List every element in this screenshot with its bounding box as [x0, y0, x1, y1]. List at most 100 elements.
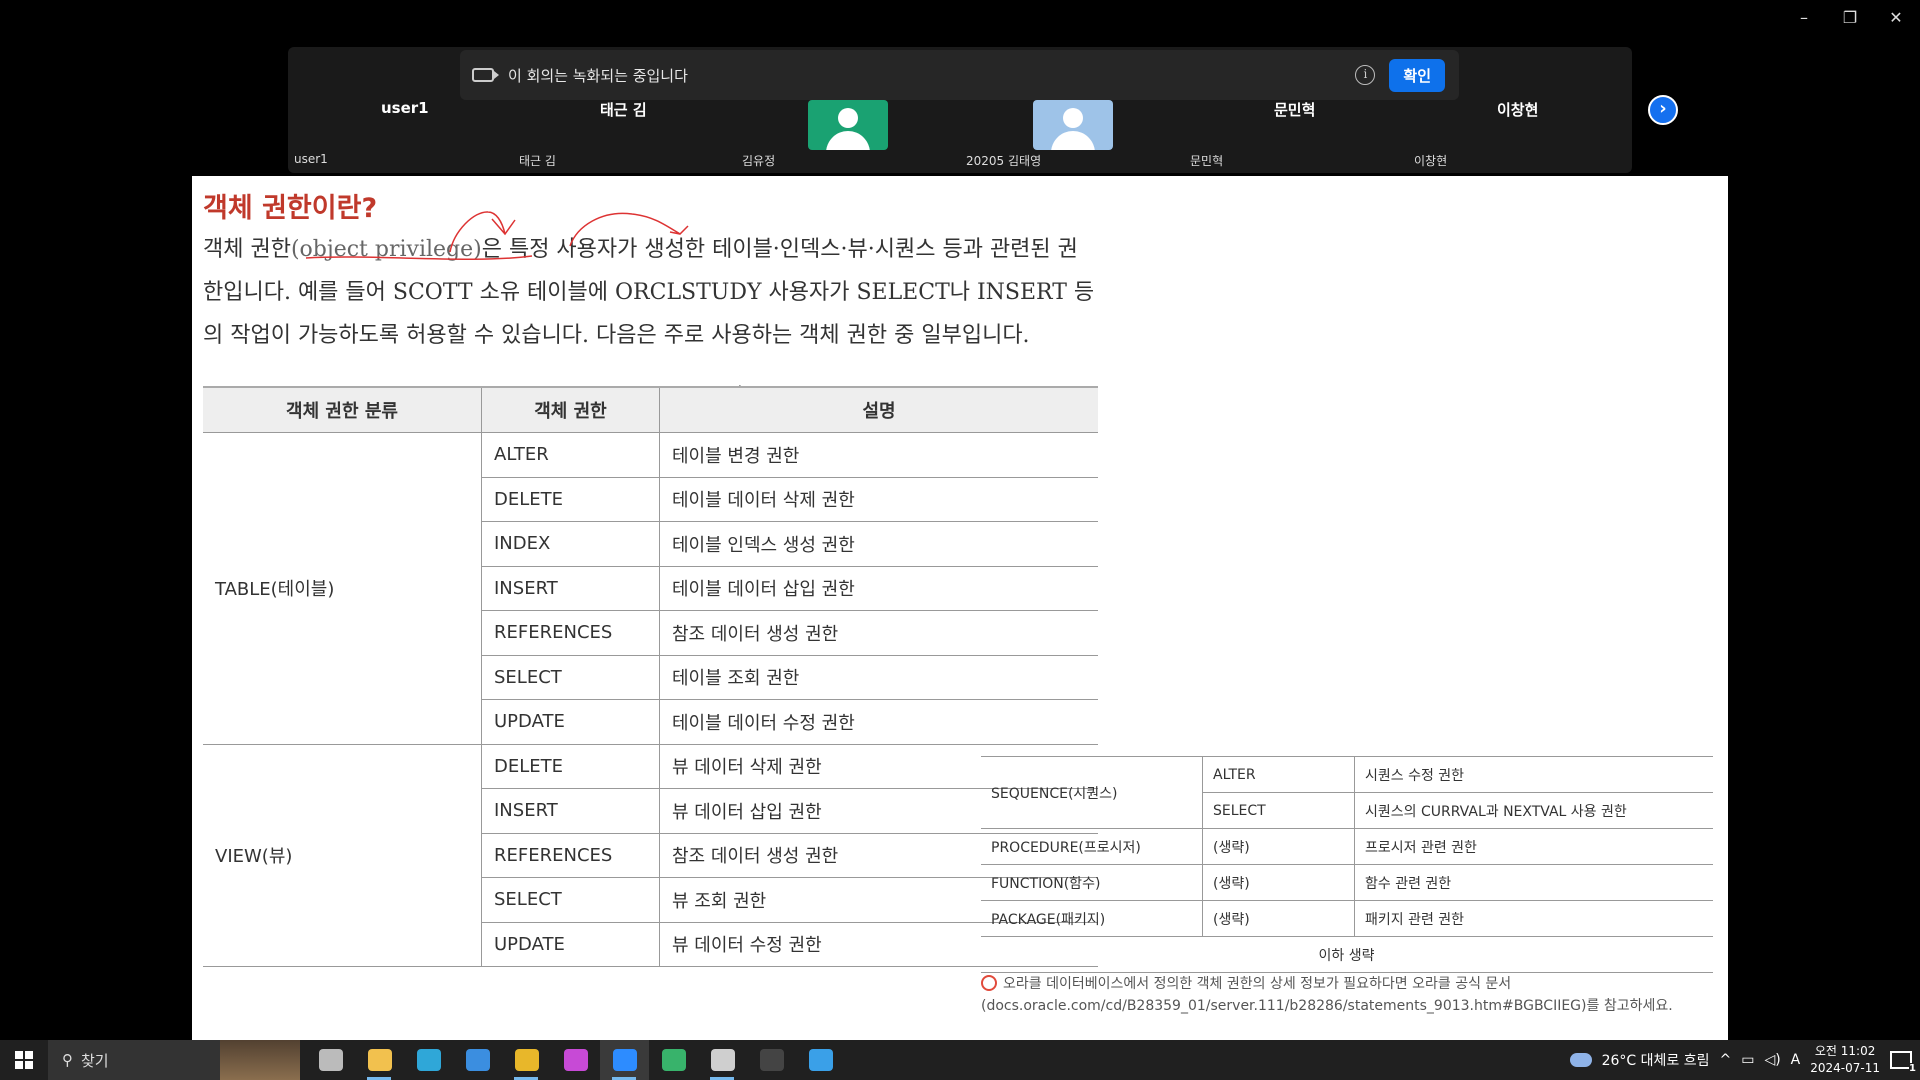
chrome-taskbar-button[interactable]: [502, 1040, 551, 1080]
table-row: VIEW(뷰) DELETE 뷰 데이터 삭제 권한: [203, 744, 1098, 967]
object-privilege-table: 객체 권한 분류 객체 권한 설명 TABLE(테이블) ALTER 테이블 변경 …: [203, 386, 1098, 967]
column-header: 객체 권한: [481, 386, 660, 433]
participant-name: 이창현: [1497, 101, 1539, 119]
avatar: [1033, 100, 1113, 150]
zoom-taskbar-button[interactable]: [600, 1040, 649, 1080]
edge-taskbar-button[interactable]: [404, 1040, 453, 1080]
restore-button[interactable]: ❐: [1840, 8, 1860, 27]
description-cell: 참조 데이터 생성 권한: [659, 610, 1098, 656]
privilege-cell: DELETE: [481, 744, 660, 789]
category-cell: FUNCTION(함수): [981, 864, 1203, 901]
privilege-cell: INSERT: [481, 566, 660, 611]
system-tray: 26°C 대체로 흐림 ^ ▭ ◁) A 오전 11:02 2024-07-11…: [1569, 1043, 1920, 1077]
privilege-cell: INDEX: [481, 521, 660, 567]
weather-text[interactable]: 26°C 대체로 흐림: [1602, 1050, 1710, 1070]
task-view-icon: [318, 1049, 343, 1071]
privilege-cell: UPDATE: [481, 699, 660, 745]
avatar: [808, 100, 888, 150]
search-highlight-image: [220, 1040, 300, 1080]
column-header: 객체 권한 분류: [203, 386, 482, 433]
clock-time: 오전 11:02: [1814, 1044, 1876, 1058]
network-icon[interactable]: ▭: [1741, 1052, 1754, 1068]
weather-icon: [1569, 1053, 1592, 1067]
clock-date: 2024-07-11: [1810, 1061, 1880, 1075]
category-cell: PROCEDURE(프로시저): [981, 828, 1203, 865]
participant-label: 이창현: [1414, 154, 1448, 168]
ime-indicator[interactable]: A: [1791, 1052, 1801, 1068]
privilege-cell: ALTER: [1202, 756, 1355, 793]
description-cell: 시퀀스의 CURRVAL과 NEXTVAL 사용 권한: [1354, 792, 1713, 829]
para-text: 은 특정 사용자가 생성한 테이블·인덱스·뷰·시퀀스 등과 관련된 권: [481, 237, 1078, 262]
category-cell: PACKAGE(패키지): [981, 900, 1203, 937]
privilege-cell: REFERENCES: [481, 610, 660, 656]
terminal-taskbar-button[interactable]: [747, 1040, 796, 1080]
table-footer-row: 이하 생략: [981, 936, 1713, 973]
intro-paragraph: 객체 권한(object privilege)은 특정 사용자가 생성한 테이블…: [203, 228, 1103, 357]
media-icon: [661, 1049, 686, 1071]
clock[interactable]: 오전 11:02 2024-07-11: [1810, 1043, 1880, 1077]
discord-icon: [563, 1049, 588, 1071]
window-controls: – ❐ ✕: [1794, 8, 1906, 27]
privilege-cell: INSERT: [481, 788, 660, 834]
category-cell: VIEW(뷰): [203, 744, 482, 967]
discord-taskbar-button[interactable]: [551, 1040, 600, 1080]
windows-icon: [15, 1051, 33, 1069]
zoom-icon: [612, 1049, 637, 1071]
privilege-cell: DELETE: [481, 477, 660, 522]
notification-count: 1: [1909, 1063, 1916, 1074]
table-row: PACKAGE(패키지) (생략) 패키지 관련 권한: [981, 900, 1713, 937]
chevron-up-icon[interactable]: ^: [1719, 1052, 1731, 1068]
notepad-icon: [710, 1049, 735, 1071]
object-privilege-table-extra: SEQUENCE(시퀀스) ALTER 시퀀스 수정 권한 SELECT 시퀀스의 CU…: [981, 756, 1713, 973]
info-icon[interactable]: i: [1355, 65, 1376, 85]
volume-icon[interactable]: ◁): [1764, 1052, 1780, 1068]
notepad-taskbar-button[interactable]: [698, 1040, 747, 1080]
edge-icon: [416, 1049, 441, 1071]
task-view-taskbar-button[interactable]: [306, 1040, 355, 1080]
table-row: SEQUENCE(시퀀스) ALTER 시퀀스 수정 권한: [981, 756, 1713, 829]
participant-name: 문민혁: [1274, 101, 1316, 119]
privilege-cell: (생략): [1202, 900, 1355, 937]
chevron-right-icon: ›: [1659, 98, 1667, 119]
store-taskbar-button[interactable]: [453, 1040, 502, 1080]
description-cell: 함수 관련 권한: [1354, 864, 1713, 901]
description-cell: 패키지 관련 권한: [1354, 900, 1713, 937]
column-header: 설명: [659, 386, 1098, 433]
participant-label: user1: [294, 152, 328, 166]
description-cell: 시퀀스 수정 권한: [1354, 756, 1713, 793]
recording-notice: 이 회의는 녹화되는 중입니다 i 확인: [460, 50, 1459, 100]
notification-icon[interactable]: 1: [1890, 1051, 1916, 1074]
start-button[interactable]: [0, 1040, 48, 1080]
privilege-cell: SELECT: [481, 655, 660, 700]
table-row: TABLE(테이블) ALTER 테이블 변경 권한: [203, 432, 1098, 745]
recording-message: 이 회의는 녹화되는 중입니다: [508, 66, 688, 85]
para-text: 한입니다. 예를 들어 SCOTT 소유 테이블에 ORCLSTUDY 사용자가…: [203, 280, 1095, 305]
taskbar: ⚲ 찾기 26°C 대체로 흐림 ^ ▭ ◁) A 오전 11:02 2024-…: [0, 1040, 1920, 1080]
shared-screen: 객체 권한이란? 객체 권한(object privilege)은 특정 사용자…: [192, 176, 1728, 1040]
participant-label: 김유정: [742, 154, 776, 168]
media-taskbar-button[interactable]: [649, 1040, 698, 1080]
table-footer: 이하 생략: [981, 936, 1713, 973]
privilege-cell: (생략): [1202, 864, 1355, 901]
file-explorer-taskbar-button[interactable]: [355, 1040, 404, 1080]
confirm-button[interactable]: 확인: [1389, 58, 1445, 92]
paint-icon: [808, 1049, 833, 1071]
participant-label: 20205 김태영: [966, 154, 1042, 168]
close-button[interactable]: ✕: [1886, 8, 1906, 27]
category-cell: TABLE(테이블): [203, 432, 482, 745]
para-english-term: (object privilege): [290, 237, 482, 262]
next-page-button[interactable]: ›: [1648, 95, 1678, 125]
description-cell: 테이블 인덱스 생성 권한: [659, 521, 1098, 567]
participant-label: 태근 김: [519, 154, 556, 168]
file-explorer-icon: [367, 1049, 392, 1071]
para-text: 의 작업이 가능하도록 허용할 수 있습니다. 다음은 주로 사용하는 객체 권…: [203, 323, 1030, 348]
taskbar-apps: [306, 1040, 845, 1080]
paint-taskbar-button[interactable]: [796, 1040, 845, 1080]
description-cell: 테이블 데이터 삭제 권한: [659, 477, 1098, 522]
search-label: 찾기: [81, 1051, 109, 1070]
minimize-button[interactable]: –: [1794, 8, 1814, 27]
chrome-icon: [514, 1049, 539, 1071]
category-cell: SEQUENCE(시퀀스): [981, 756, 1203, 829]
description-cell: 테이블 변경 권한: [659, 432, 1098, 478]
note-icon: [981, 975, 997, 991]
